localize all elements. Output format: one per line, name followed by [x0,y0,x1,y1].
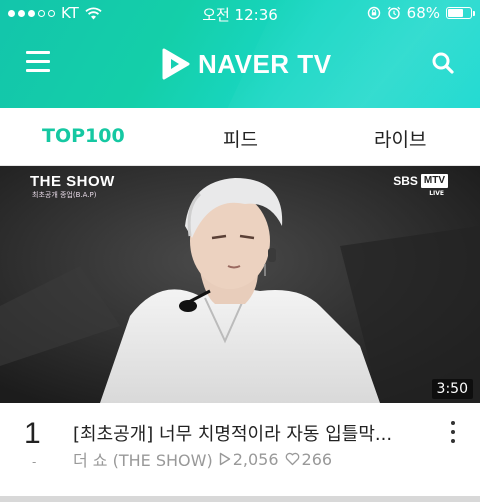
next-item-thumbnail[interactable] [0,496,480,502]
search-icon [432,52,454,74]
show-logo: THE SHOW [30,173,115,190]
rotation-lock-icon [367,6,380,20]
menu-button[interactable] [26,51,50,73]
tab-bar: TOP100 피드 라이브 [0,108,480,166]
tab-feed[interactable]: 피드 [223,125,258,152]
status-bar: KT 오전 12:36 68% [0,0,480,28]
tab-top100[interactable]: TOP100 [42,125,125,147]
naver-tv-logo[interactable]: NAVER TV [162,48,332,80]
video-duration: 3:50 [431,379,473,399]
alarm-icon [387,6,400,20]
video-meta: 더 쇼 (THE SHOW) 2,056 266 [73,447,332,471]
broadcaster-logo: SBS MTV [393,174,448,188]
like-count: 266 [301,449,333,469]
rank-change: - [32,455,37,469]
channel-name-link[interactable]: 더 쇼 (THE SHOW) [73,447,213,471]
rank-number: 1 [24,417,41,450]
logo-text: NAVER TV [198,48,332,79]
heart-icon [285,452,299,466]
play-count-icon [219,452,230,466]
channel-name: MTV [420,174,448,188]
more-options-button[interactable] [450,421,456,443]
battery-icon [446,7,475,19]
tab-live[interactable]: 라이브 [374,125,426,152]
play-logo-icon [162,48,190,80]
search-button[interactable] [431,51,455,75]
broadcaster-name: SBS [393,174,418,188]
video-title[interactable]: [최초공개] 너무 치명적이라 자동 입틀막... [73,420,428,446]
view-count: 2,056 [232,449,279,469]
video-thumbnail[interactable]: THE SHOW 최초공개 종업(B.A.P) SBS MTV LIVE 3:5… [0,166,480,403]
channel-live-tag: LIVE [429,190,444,197]
battery-percent: 68% [406,4,440,22]
show-caption: 최초공개 종업(B.A.P) [32,191,97,199]
navbar: NAVER TV [0,36,480,92]
app-header: KT 오전 12:36 68% NAVER TV [0,0,480,108]
video-list-item[interactable]: 1 - [최초공개] 너무 치명적이라 자동 입틀막... 더 쇼 (THE S… [0,403,480,502]
performer-image [0,166,480,403]
